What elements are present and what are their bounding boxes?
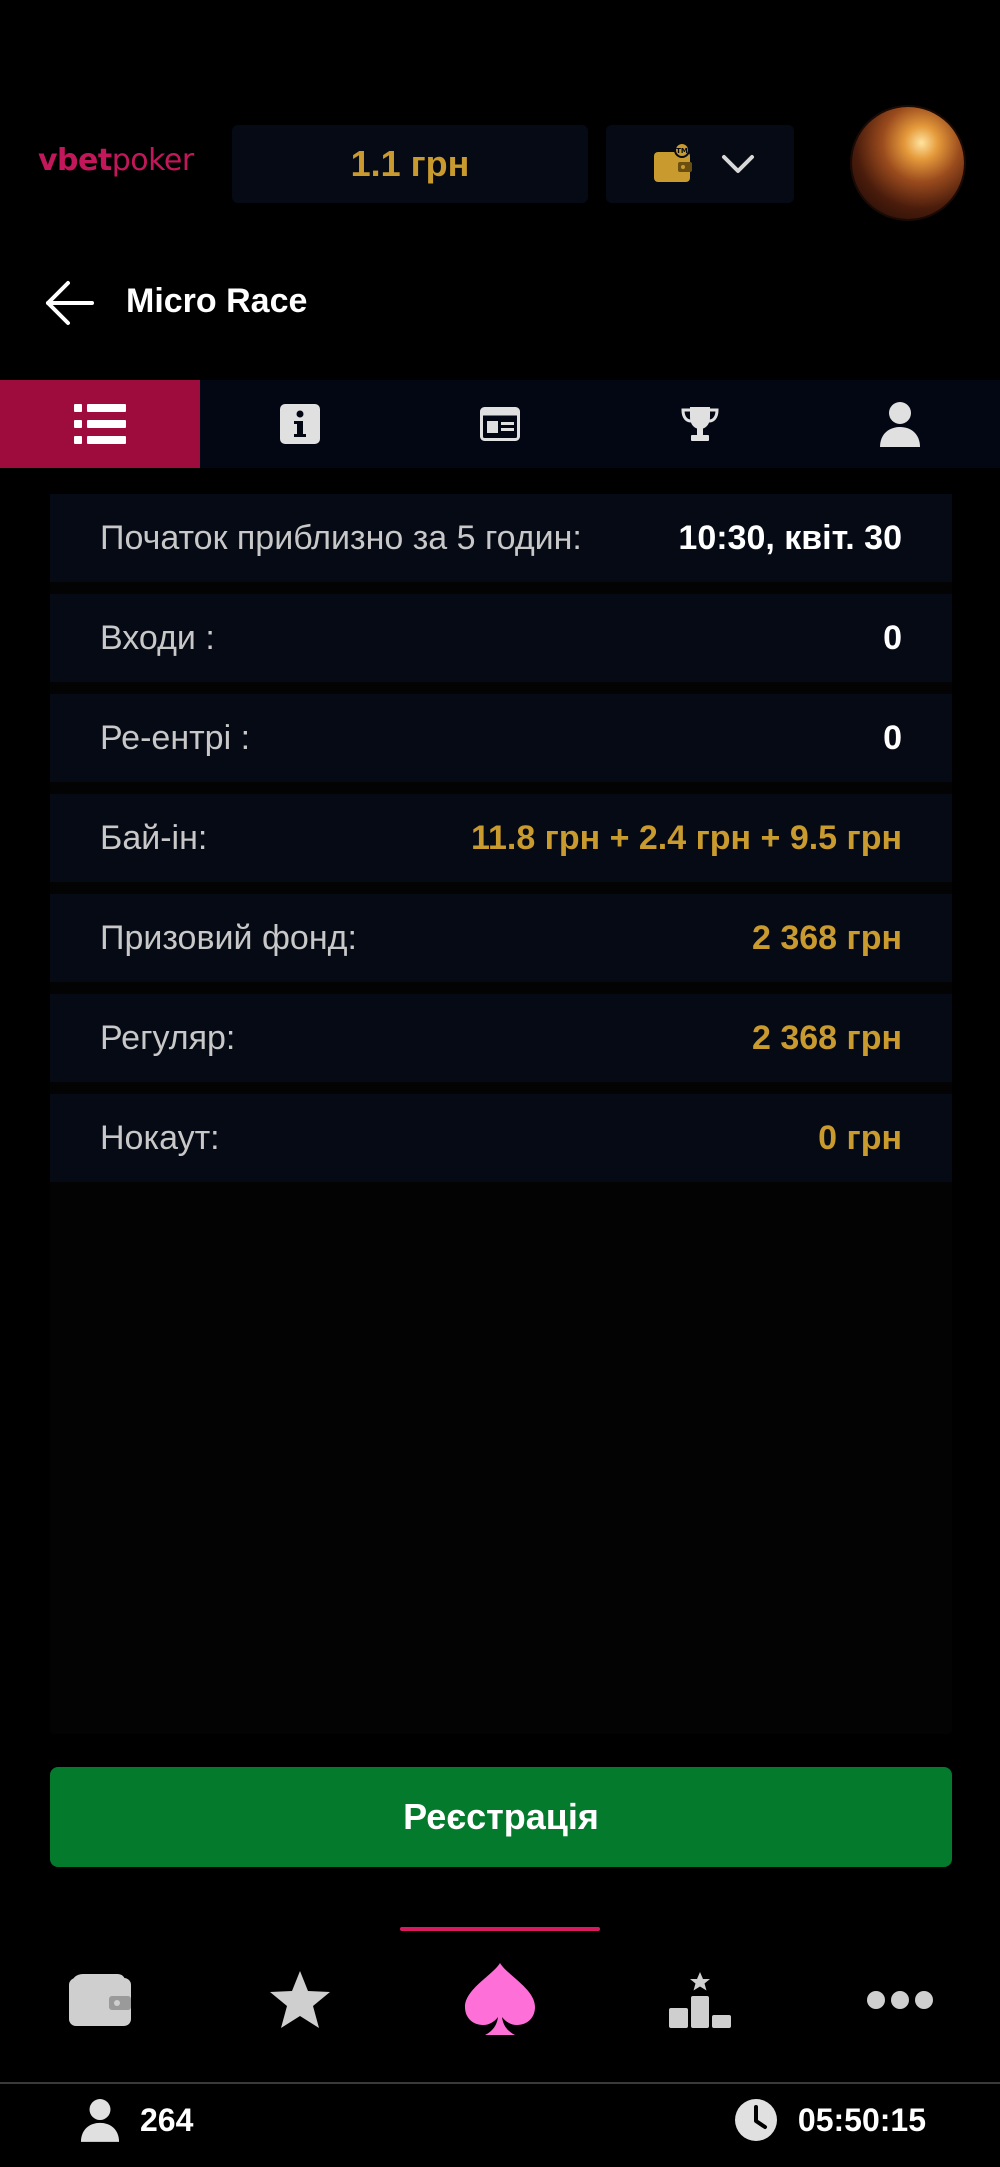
entries-row: Входи : 0 bbox=[50, 594, 952, 682]
chevron-down-icon bbox=[722, 155, 754, 173]
clock: 05:50:15 bbox=[734, 2098, 926, 2142]
clock-time: 05:50:15 bbox=[797, 2101, 926, 2138]
prizepool-row: Призовий фонд: 2 368 грн bbox=[50, 894, 952, 982]
players-online: 264 bbox=[80, 2098, 193, 2142]
list-icon bbox=[74, 404, 126, 444]
spade-icon bbox=[465, 1963, 535, 2035]
wallet-dropdown[interactable]: TM bbox=[606, 125, 794, 203]
page-title: Micro Race bbox=[126, 282, 308, 320]
reentries-label: Ре-ентрі : bbox=[100, 718, 251, 757]
clock-icon bbox=[734, 2099, 777, 2141]
reentries-value: 0 bbox=[883, 718, 902, 757]
logo-text-light: poker bbox=[111, 143, 195, 178]
entries-value: 0 bbox=[883, 618, 902, 657]
tournament-details-screen: vbetpoker 1.1 грн TM Micro Race Початок … bbox=[0, 0, 1000, 2167]
start-time-label: Початок приблизно за 5 годин: bbox=[100, 518, 582, 557]
user-icon bbox=[80, 2099, 120, 2142]
info-icon bbox=[280, 404, 320, 444]
prizepool-value: 2 368 грн bbox=[752, 918, 902, 957]
reentries-row: Ре-ентрі : 0 bbox=[50, 694, 952, 782]
regular-label: Регуляр: bbox=[100, 1018, 236, 1057]
nav-wallet[interactable] bbox=[0, 1950, 200, 2050]
regular-row: Регуляр: 2 368 грн bbox=[50, 994, 952, 1082]
register-button[interactable]: Реєстрація bbox=[50, 1767, 952, 1867]
vbet-poker-logo[interactable]: vbetpoker bbox=[38, 143, 194, 183]
knockout-value: 0 грн bbox=[818, 1118, 902, 1157]
more-icon bbox=[867, 1991, 933, 2009]
tab-info[interactable] bbox=[200, 380, 400, 468]
tab-details[interactable] bbox=[400, 380, 600, 468]
user-icon bbox=[880, 402, 920, 447]
knockout-label: Нокаут: bbox=[100, 1118, 220, 1157]
wallet-coin-icon: TM bbox=[654, 142, 692, 182]
nav-more[interactable] bbox=[800, 1950, 1000, 2050]
tab-overview[interactable] bbox=[0, 380, 200, 468]
tournament-tabs bbox=[0, 380, 1000, 468]
svg-text:TM: TM bbox=[676, 147, 688, 155]
players-online-count: 264 bbox=[140, 2101, 194, 2138]
regular-value: 2 368 грн bbox=[752, 1018, 902, 1057]
avatar[interactable] bbox=[852, 107, 964, 219]
nav-leaderboard[interactable] bbox=[600, 1950, 800, 2050]
leaderboard-icon bbox=[669, 1972, 731, 2028]
buyin-row: Бай-ін: 11.8 грн + 2.4 грн + 9.5 грн bbox=[50, 794, 952, 882]
active-nav-indicator bbox=[400, 1927, 600, 1931]
tab-prizes[interactable] bbox=[600, 380, 800, 468]
start-time-row: Початок приблизно за 5 годин: 10:30, кві… bbox=[50, 494, 952, 582]
balance-display[interactable]: 1.1 грн bbox=[232, 125, 588, 203]
title-row: Micro Race bbox=[0, 268, 1000, 338]
bottom-navigation bbox=[0, 1950, 1000, 2050]
knockout-row: Нокаут: 0 грн bbox=[50, 1094, 952, 1182]
id-card-icon bbox=[480, 407, 520, 441]
logo-text-bold: vbet bbox=[38, 143, 112, 178]
status-divider bbox=[0, 2082, 1000, 2084]
wallet-icon bbox=[69, 1974, 131, 2026]
start-time-value: 10:30, квіт. 30 bbox=[678, 518, 902, 557]
star-icon bbox=[270, 1971, 330, 2028]
prizepool-label: Призовий фонд: bbox=[100, 918, 357, 957]
trophy-icon bbox=[681, 407, 719, 441]
buyin-label: Бай-ін: bbox=[100, 818, 208, 857]
tournament-info-card: Початок приблизно за 5 годин: 10:30, кві… bbox=[50, 494, 952, 1734]
nav-poker[interactable] bbox=[400, 1950, 600, 2050]
buyin-value: 11.8 грн + 2.4 грн + 9.5 грн bbox=[470, 818, 902, 857]
tab-players[interactable] bbox=[800, 380, 1000, 468]
balance-amount: 1.1 грн bbox=[350, 143, 470, 184]
top-header: vbetpoker 1.1 грн TM bbox=[0, 107, 1000, 219]
back-arrow-icon[interactable] bbox=[44, 278, 96, 328]
entries-label: Входи : bbox=[100, 618, 215, 657]
nav-favorites[interactable] bbox=[200, 1950, 400, 2050]
